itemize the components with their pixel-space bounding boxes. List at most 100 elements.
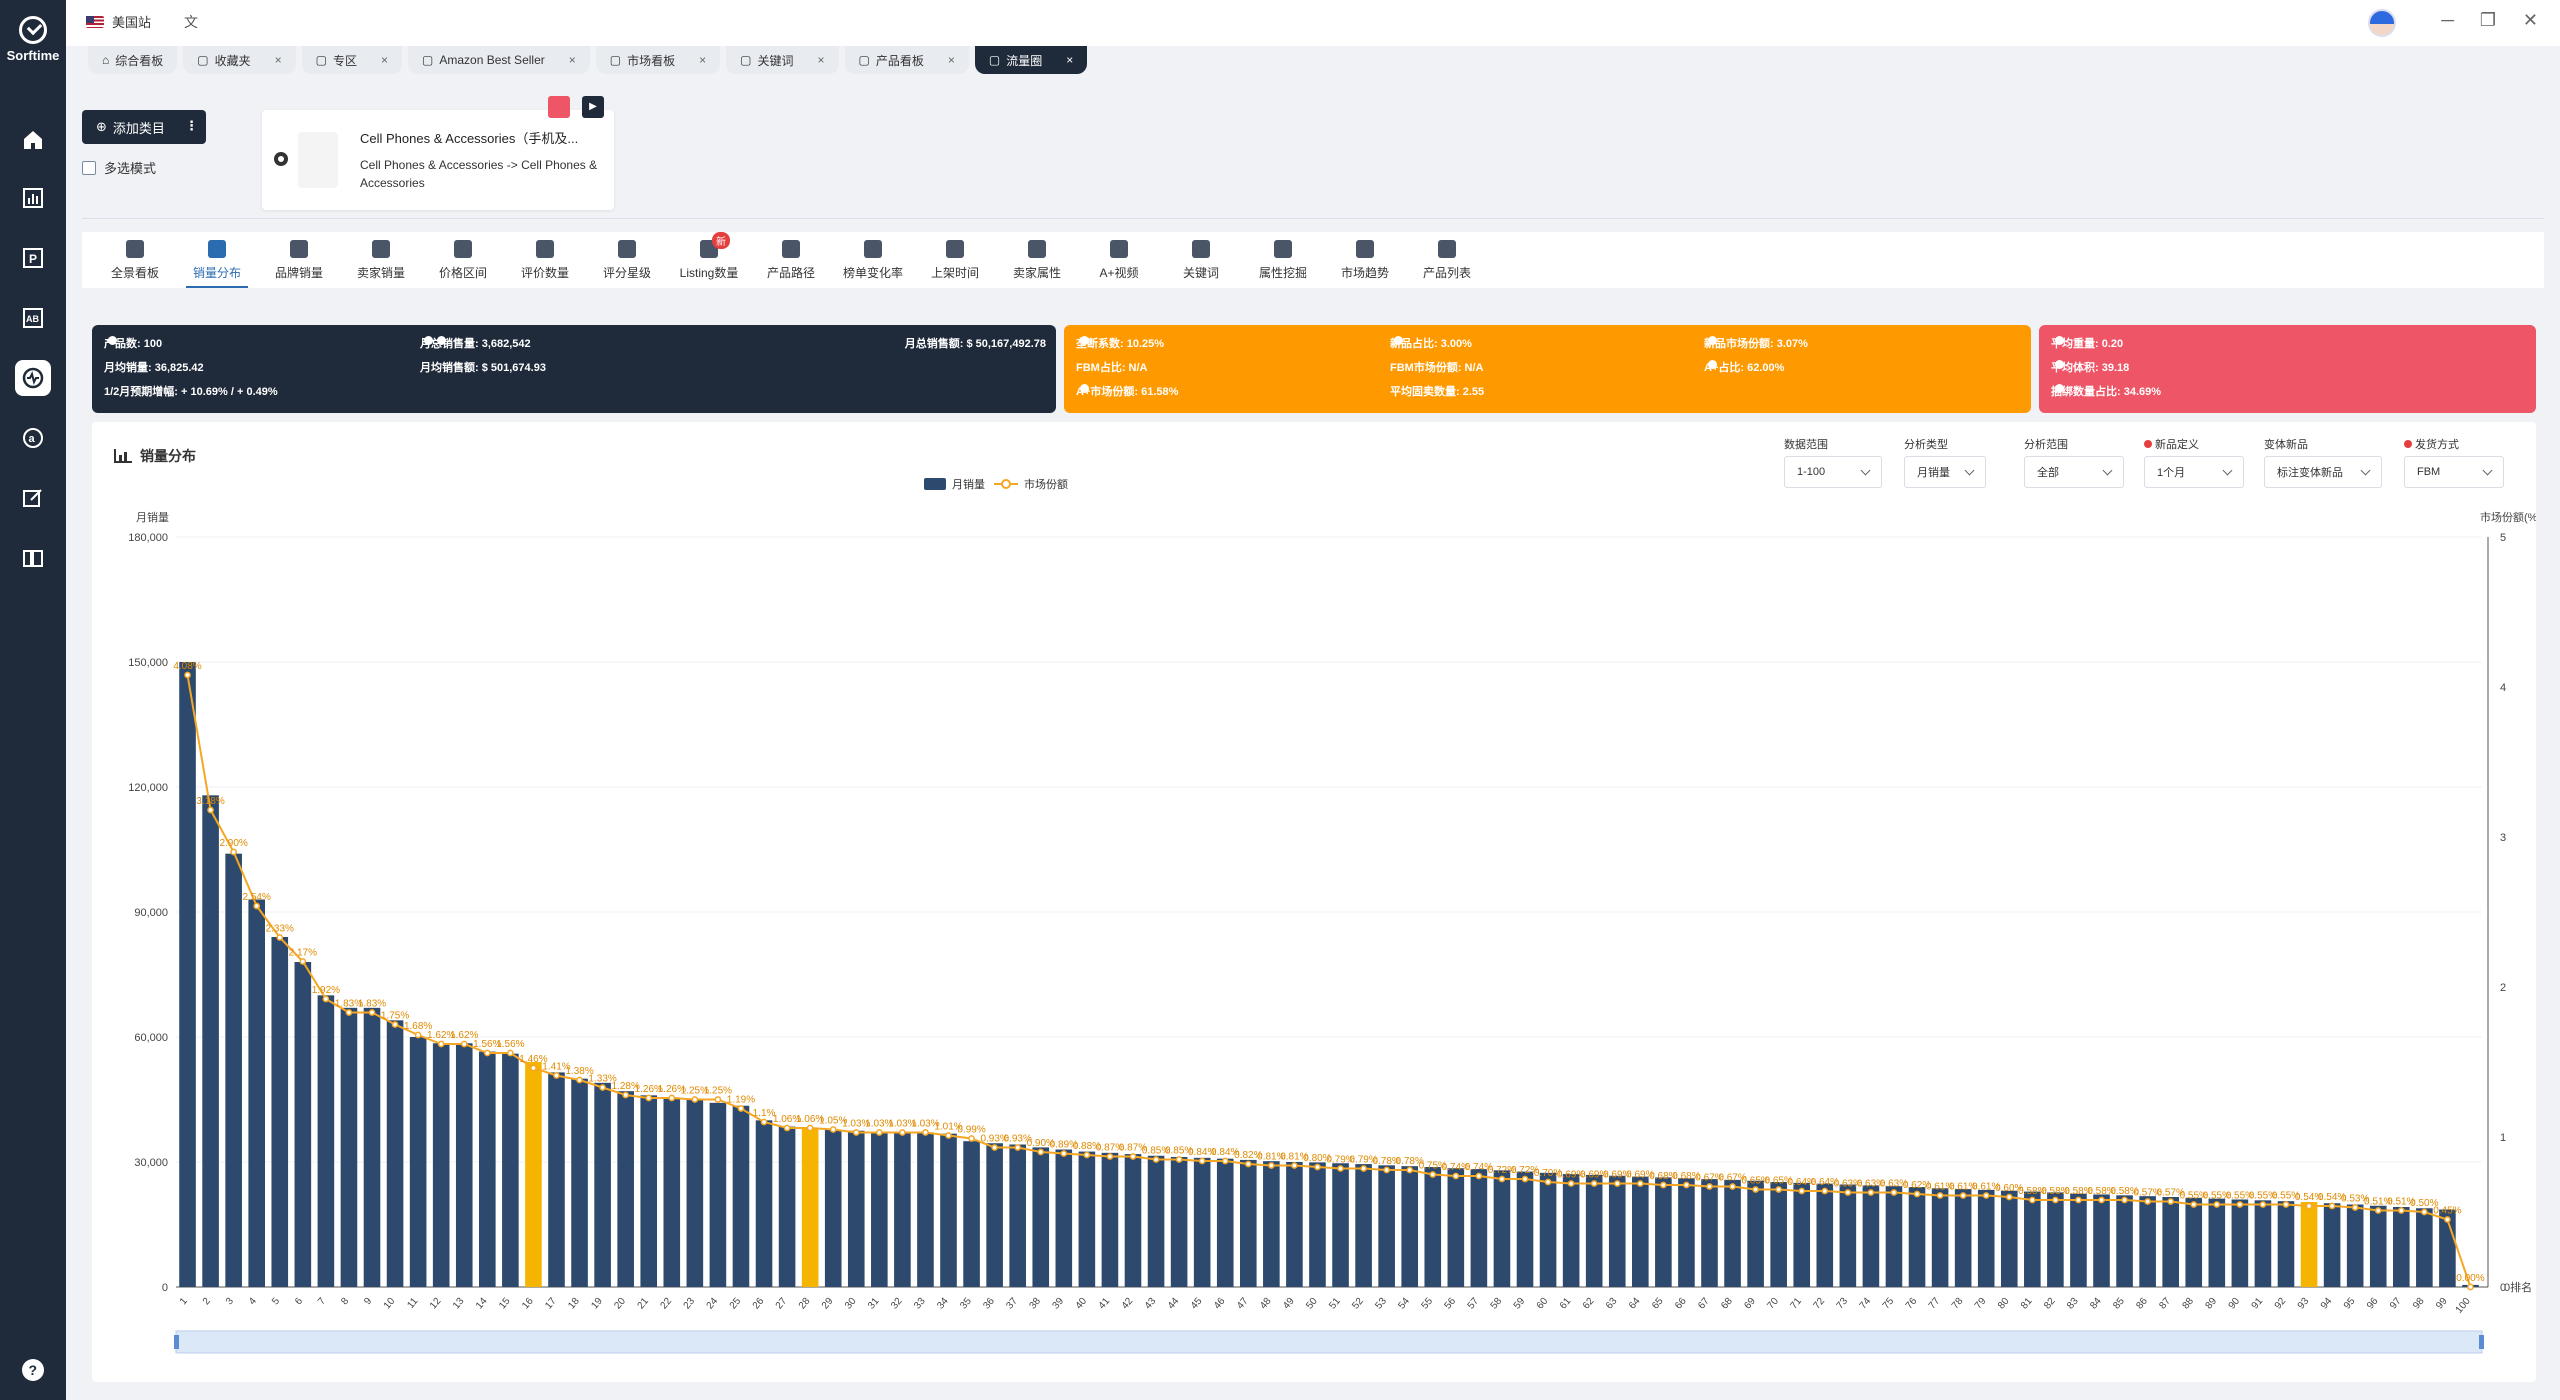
- tab-0[interactable]: ⌂ 综合看板: [88, 46, 178, 74]
- bar: [363, 1007, 381, 1287]
- close-tab-icon[interactable]: ×: [818, 53, 825, 67]
- feature-tab-11[interactable]: 卖家属性: [996, 232, 1078, 288]
- help-icon[interactable]: ?: [15, 1352, 51, 1388]
- add-category-button[interactable]: ⊕ 添加类目 ⋮: [82, 110, 206, 144]
- close-tab-icon[interactable]: ×: [948, 53, 955, 67]
- feature-icon: [372, 240, 390, 258]
- market-share-point: [968, 1135, 975, 1142]
- svg-text:a: a: [29, 433, 36, 445]
- market-share-point: [253, 902, 261, 910]
- close-tab-icon[interactable]: ×: [699, 53, 706, 67]
- bar: [686, 1099, 704, 1287]
- region-label: 美国站: [112, 15, 152, 30]
- x-tick-label: 20: [612, 1296, 628, 1312]
- x-tick-label: 13: [451, 1296, 467, 1312]
- y-tick-label: 120,000: [128, 782, 168, 794]
- market-share-point: [922, 1129, 929, 1136]
- feature-tab-5[interactable]: 评价数量: [504, 232, 586, 288]
- chart-icon[interactable]: [15, 180, 51, 216]
- tab-6[interactable]: ▢ 产品看板 ×: [844, 46, 969, 74]
- market-share-point: [668, 1094, 676, 1102]
- feature-tab-6[interactable]: 评分星级: [586, 232, 668, 288]
- multi-select-toggle[interactable]: 多选模式: [82, 158, 156, 177]
- x-tick-label: 1: [178, 1296, 190, 1308]
- bar: [2047, 1192, 2064, 1287]
- book-icon[interactable]: [15, 540, 51, 576]
- x-tick-label: 64: [1627, 1296, 1643, 1312]
- feature-icon: [864, 240, 882, 258]
- minimize-icon[interactable]: ─: [2441, 10, 2454, 31]
- x-tick-label: 56: [1443, 1296, 1459, 1312]
- more-vertical-icon[interactable]: ⋮: [185, 118, 198, 134]
- sidebar: Sorftime P AB a ?: [0, 0, 66, 1400]
- translate-icon[interactable]: 文: [184, 12, 198, 32]
- parking-icon[interactable]: P: [15, 240, 51, 276]
- zoom-slider-track: [175, 1330, 2483, 1354]
- x-tick-label: 98: [2411, 1296, 2427, 1312]
- bar: [571, 1078, 588, 1287]
- traffic-icon[interactable]: [15, 360, 51, 396]
- tab-2[interactable]: ▢ 专区 ×: [301, 46, 403, 74]
- close-tab-icon[interactable]: ×: [1066, 53, 1073, 67]
- feature-tab-12[interactable]: A+视频: [1078, 232, 1160, 288]
- market-share-point: [230, 848, 237, 856]
- tab-1[interactable]: ▢ 收藏夹 ×: [183, 46, 296, 74]
- new-badge: 新: [712, 232, 730, 249]
- feature-tab-7[interactable]: Listing数量 新: [668, 232, 750, 288]
- market-share-label: 3.18%: [196, 796, 224, 807]
- tab-7[interactable]: ▢ 流量圈 ×: [974, 46, 1088, 74]
- feature-tab-8[interactable]: 产品路径: [750, 232, 832, 288]
- x-axis-label: 0排名: [2504, 1280, 2532, 1294]
- close-window-icon[interactable]: ✕: [2523, 10, 2538, 31]
- close-tab-icon[interactable]: ×: [381, 53, 388, 67]
- tab-3[interactable]: ▢ Amazon Best Seller ×: [408, 46, 590, 74]
- amazon-icon[interactable]: a: [15, 420, 51, 456]
- feature-tab-0[interactable]: 全景看板: [94, 232, 176, 288]
- close-tab-icon[interactable]: ×: [569, 53, 576, 67]
- feature-tab-3[interactable]: 卖家销量: [340, 232, 422, 288]
- feature-tab-2[interactable]: 品牌销量: [258, 232, 340, 288]
- x-tick-label: 35: [958, 1296, 974, 1312]
- multi-select-checkbox[interactable]: [82, 160, 96, 175]
- feature-tab-9[interactable]: 榜单变化率: [832, 232, 914, 288]
- close-tab-icon[interactable]: ×: [275, 53, 282, 67]
- maximize-icon[interactable]: ❐: [2480, 10, 2496, 31]
- region-selector[interactable]: 美国站: [86, 12, 151, 31]
- market-share-point: [2467, 1283, 2474, 1291]
- feature-tab-4[interactable]: 价格区间: [422, 232, 504, 288]
- tab-4[interactable]: ▢ 市场看板 ×: [595, 46, 721, 74]
- ab-icon[interactable]: AB: [15, 300, 51, 336]
- user-avatar[interactable]: [2368, 9, 2396, 37]
- bar: [1447, 1168, 1465, 1287]
- feature-tab-13[interactable]: 关键词: [1160, 232, 1242, 288]
- bar: [2024, 1191, 2041, 1287]
- market-share-point: [207, 806, 214, 814]
- x-tick-label: 41: [1097, 1296, 1113, 1312]
- edit-icon[interactable]: [15, 480, 51, 516]
- feature-tab-10[interactable]: 上架时间: [914, 232, 996, 288]
- category-radio[interactable]: [274, 152, 288, 166]
- feature-label: 价格区间: [438, 266, 487, 280]
- divider: [82, 218, 2544, 219]
- bar: [455, 1043, 473, 1287]
- feature-label: 销量分布: [192, 266, 241, 280]
- multi-select-label: 多选模式: [104, 161, 157, 176]
- feature-tab-1[interactable]: 销量分布: [176, 232, 258, 288]
- market-share-label: 1.83%: [358, 999, 386, 1010]
- tab-5[interactable]: ▢ 关键词 ×: [726, 46, 839, 74]
- home-icon[interactable]: [15, 122, 51, 158]
- feature-tab-14[interactable]: 属性挖掘: [1242, 232, 1324, 288]
- sorftime-logo[interactable]: Sorftime: [0, 16, 66, 63]
- x-tick-label: 62: [1581, 1296, 1597, 1312]
- market-share-point: [1706, 1183, 1713, 1190]
- feature-tab-15[interactable]: 市场趋势: [1324, 232, 1406, 288]
- play-icon[interactable]: ▶: [582, 96, 604, 118]
- delete-icon[interactable]: [548, 96, 570, 118]
- category-card[interactable]: ▶ Cell Phones & Accessories（手机及... Cell …: [262, 96, 614, 210]
- x-tick-label: 78: [1950, 1296, 1966, 1312]
- bar: [2231, 1199, 2249, 1287]
- bar: [917, 1132, 934, 1287]
- market-share-point: [460, 1040, 468, 1048]
- feature-tab-16[interactable]: 产品列表: [1406, 232, 1488, 288]
- x-tick-label: 47: [1235, 1296, 1251, 1312]
